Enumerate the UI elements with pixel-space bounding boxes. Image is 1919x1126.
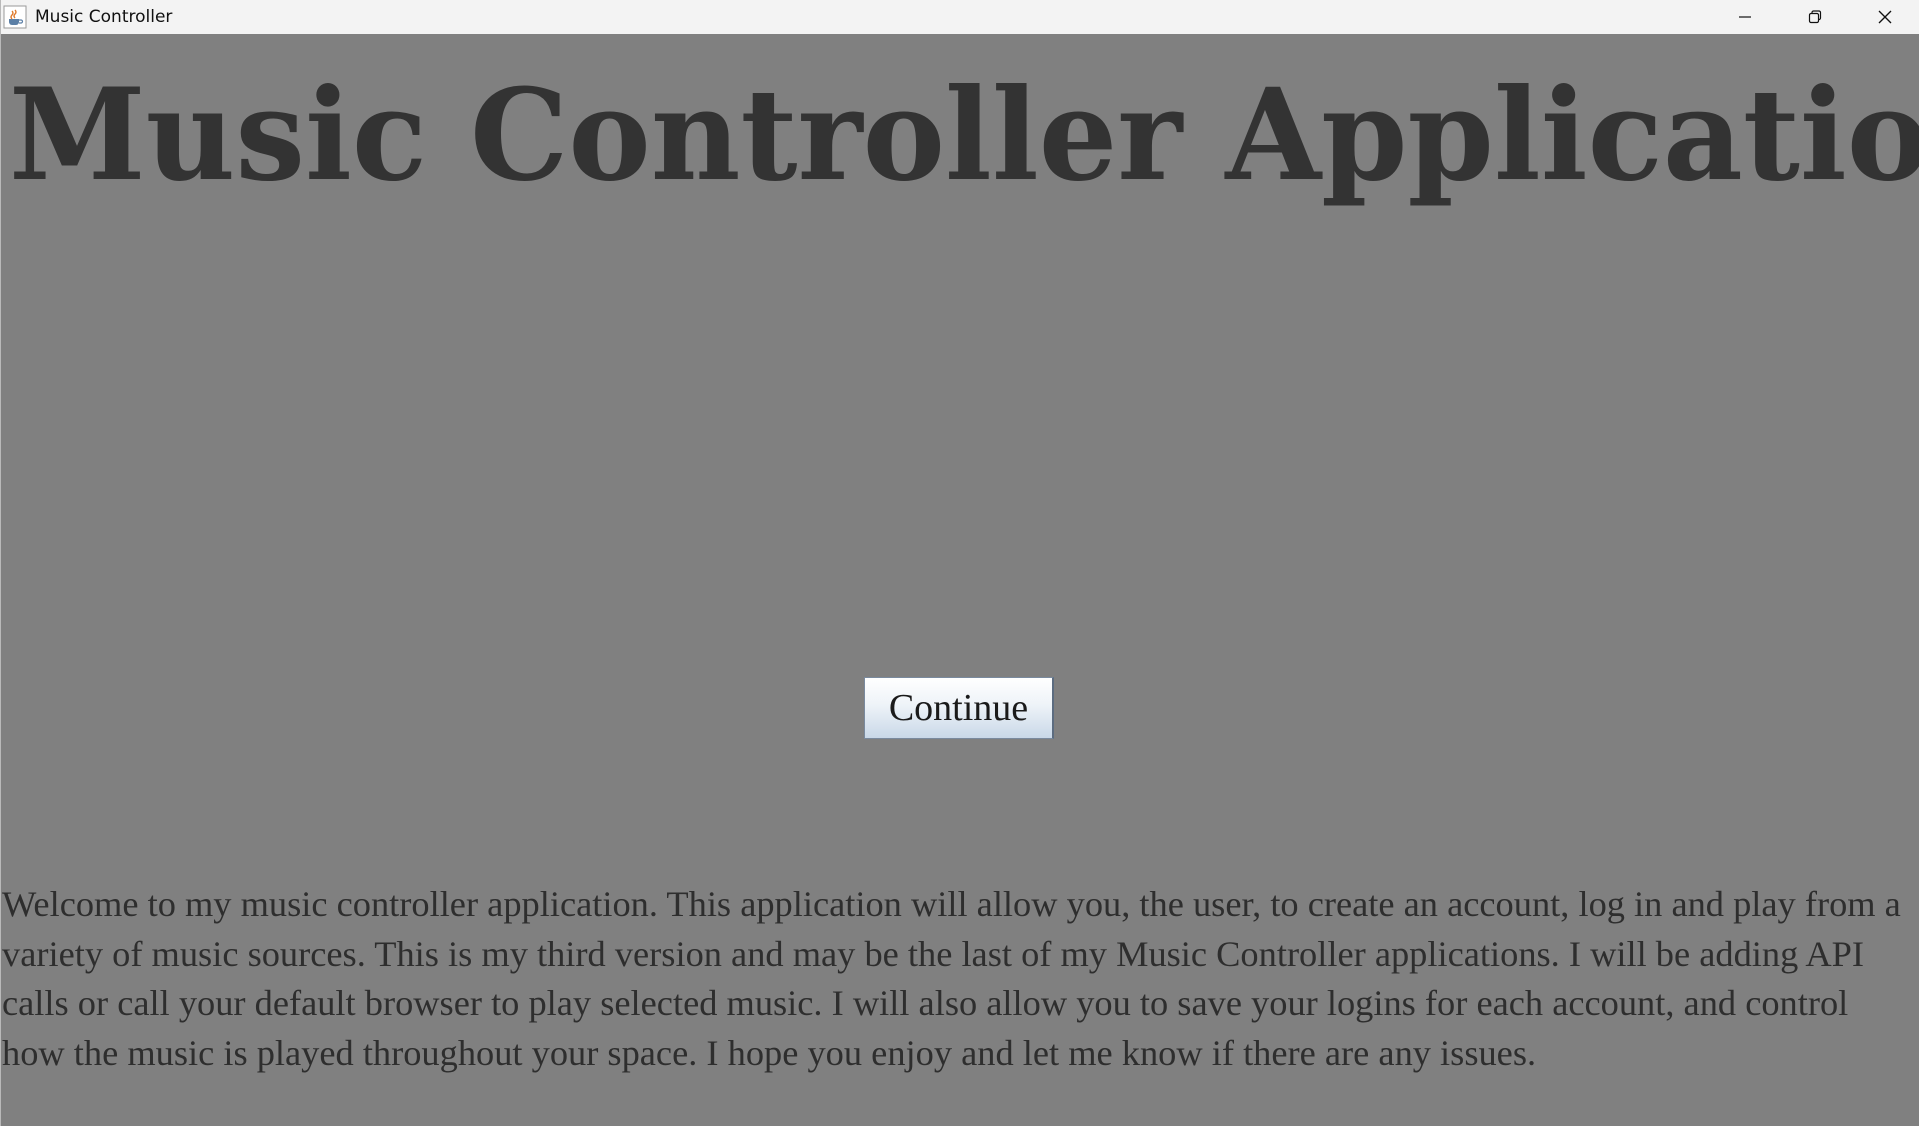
minimize-button[interactable] (1710, 0, 1780, 34)
welcome-description: Welcome to my music controller applicati… (2, 884, 1901, 1073)
app-window: Music Controller Music Controller Applic… (0, 0, 1919, 1126)
main-panel: Music Controller Application Continue We… (1, 34, 1919, 1126)
minimize-icon (1738, 10, 1752, 24)
restore-icon (1808, 10, 1822, 24)
continue-button[interactable]: Continue (864, 677, 1054, 739)
restore-button[interactable] (1780, 0, 1850, 34)
page-title: Music Controller Application (9, 61, 1919, 209)
title-bar[interactable]: Music Controller (1, 0, 1919, 34)
close-icon (1878, 10, 1892, 24)
java-coffee-cup-icon (3, 5, 27, 29)
close-button[interactable] (1850, 0, 1919, 34)
window-title: Music Controller (35, 7, 173, 27)
